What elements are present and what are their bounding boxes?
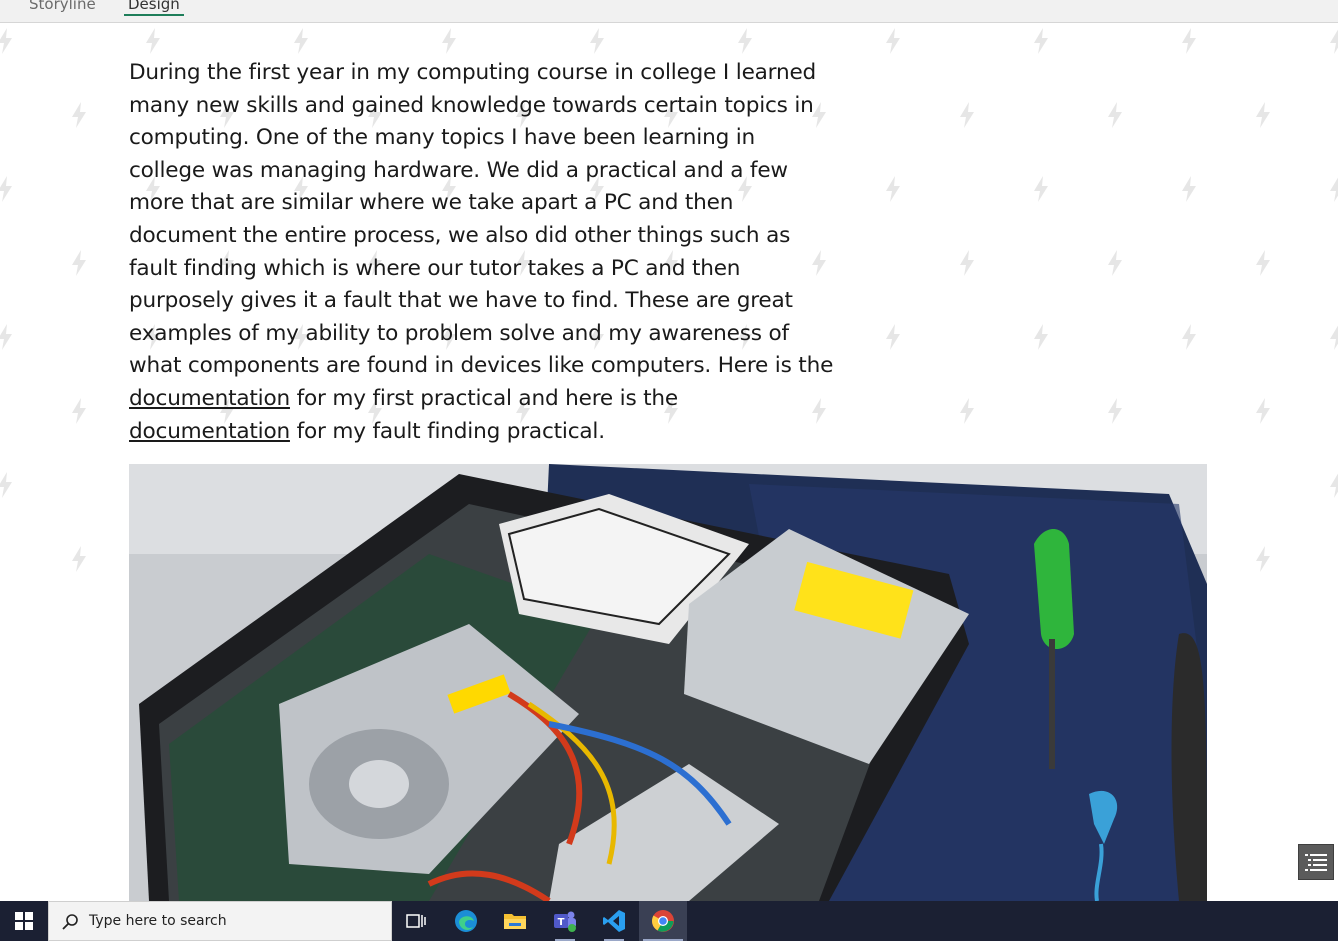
watermark-bolt-icon [810,398,828,424]
watermark-bolt-icon [0,324,14,350]
start-button[interactable] [0,901,48,941]
watermark-bolt-icon [1254,102,1272,128]
tab-design[interactable]: Design [124,0,184,22]
watermark-bolt-icon [1032,28,1050,54]
story-line: examples of my ability to problem solve … [129,320,789,346]
watermark-bolt-icon [884,324,902,350]
watermark-bolt-icon [958,102,976,128]
watermark-bolt-icon [1254,250,1272,276]
navigation-button[interactable] [1298,844,1334,880]
watermark-bolt-icon [1328,324,1338,350]
story-line: During the first year in my computing co… [129,60,817,85]
chrome-icon [652,910,674,932]
watermark-bolt-icon [1180,324,1198,350]
vscode-button[interactable] [590,901,638,941]
documentation-link-first-practical[interactable]: documentation [129,386,290,411]
story-line-text: for my first practical and here is the [289,385,679,411]
watermark-bolt-icon [0,28,14,54]
pc-internals-photo [129,464,1207,901]
story-line-text: for my fault finding practical. [289,418,605,444]
watermark-bolt-icon [1254,398,1272,424]
task-view-button[interactable] [392,901,440,941]
watermark-bolt-icon [440,28,458,54]
taskbar-search-box[interactable]: Type here to search [48,901,392,941]
file-explorer-button[interactable] [491,901,539,941]
watermark-bolt-icon [1180,28,1198,54]
watermark-bolt-icon [1328,176,1338,202]
chrome-button[interactable] [639,901,687,941]
story-line: computing. One of the many topics I have… [129,125,756,151]
watermark-bolt-icon [1106,102,1124,128]
watermark-bolt-icon [1106,398,1124,424]
story-line: what components are found in devices lik… [129,353,834,379]
watermark-bolt-icon [144,28,162,54]
svg-text:T: T [558,917,565,928]
watermark-bolt-icon [884,28,902,54]
story-line: college was managing hardware. We did a … [129,157,788,183]
watermark-bolt-icon [0,176,14,202]
edge-button[interactable] [442,901,490,941]
watermark-bolt-icon [736,28,754,54]
list-navigation-icon [1305,854,1327,871]
search-placeholder: Type here to search [89,913,227,929]
watermark-bolt-icon [588,28,606,54]
watermark-bolt-icon [70,102,88,128]
watermark-bolt-icon [70,398,88,424]
tab-bar: Storyline Design [0,0,1338,23]
watermark-bolt-icon [1328,472,1338,498]
watermark-bolt-icon [810,250,828,276]
taskbar: Type here to search T [0,901,1338,941]
watermark-bolt-icon [958,398,976,424]
tab-storyline[interactable]: Storyline [29,0,96,22]
teams-icon: T [554,911,576,932]
watermark-bolt-icon [0,472,14,498]
story-line: more that are similar where we take apar… [129,190,734,216]
watermark-bolt-icon [1180,176,1198,202]
story-line: documentation for my first practical and… [129,383,809,416]
teams-button[interactable]: T [541,901,589,941]
story-text-block: During the first year in my computing co… [129,57,834,449]
story-line: purposely gives it a fault that we have … [129,288,793,314]
watermark-bolt-icon [884,176,902,202]
story-line: documentation for my fault finding pract… [129,416,809,449]
watermark-bolt-icon [1328,28,1338,54]
watermark-bolt-icon [1032,176,1050,202]
file-explorer-icon [504,914,526,929]
watermark-bolt-icon [70,250,88,276]
documentation-link-fault-finding[interactable]: documentation [129,419,290,444]
vscode-icon [603,910,625,932]
search-icon [62,914,78,930]
watermark-bolt-icon [1032,324,1050,350]
watermark-bolt-icon [1254,546,1272,572]
story-line: document the entire process, we also did… [129,222,791,248]
watermark-bolt-icon [70,546,88,572]
windows-logo-icon [15,912,33,930]
watermark-bolt-icon [958,250,976,276]
story-canvas: During the first year in my computing co… [0,23,1338,901]
task-view-icon [406,914,426,928]
story-line: many new skills and gained knowledge tow… [129,92,814,118]
story-line: fault finding which is where our tutor t… [129,255,741,281]
watermark-bolt-icon [1106,250,1124,276]
edge-icon [455,910,477,932]
watermark-bolt-icon [292,28,310,54]
